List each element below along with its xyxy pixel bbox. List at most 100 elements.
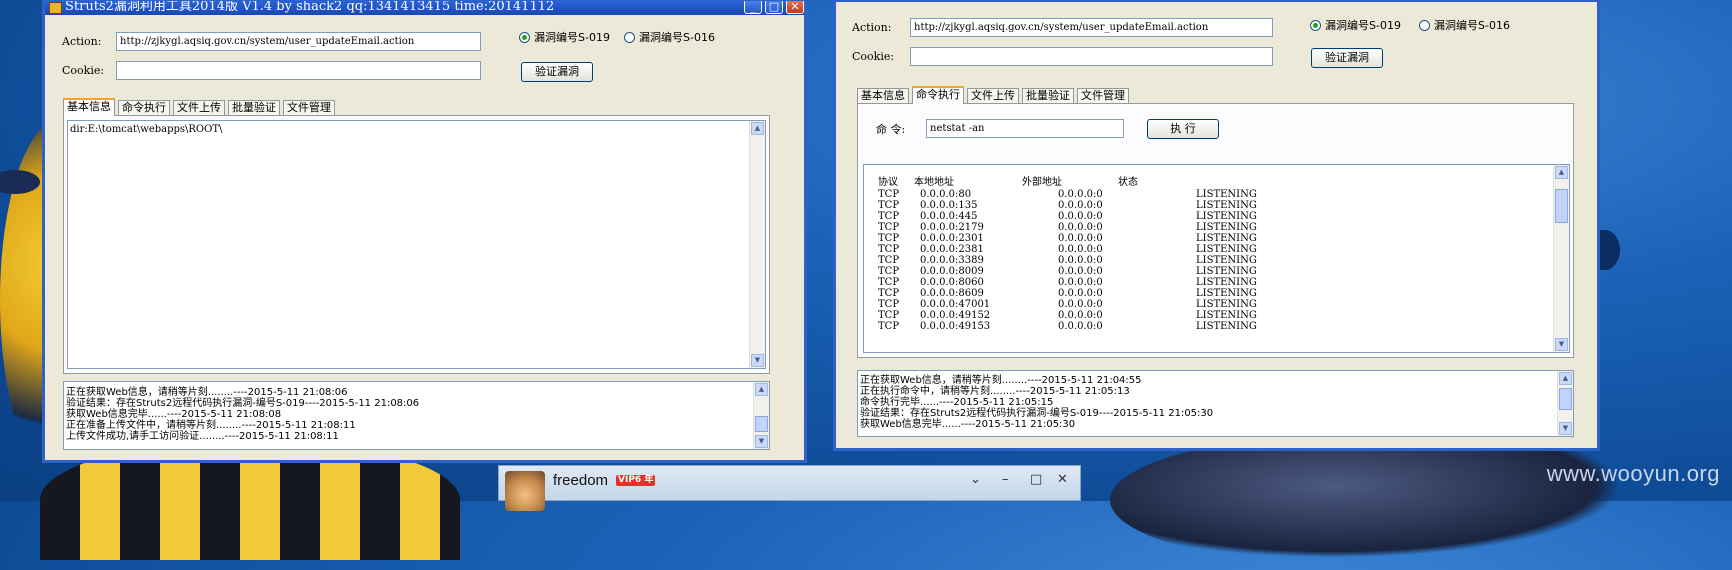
window-title: Struts2漏洞利用工具2014版 V1.4 by shack2 qq:134…: [65, 1, 555, 14]
log-line: 命令执行完毕......----2015-5-11 21:05:15: [860, 397, 1054, 408]
action-input[interactable]: http://zjkygl.aqsiq.gov.cn/system/user_u…: [116, 32, 481, 51]
tab-upload[interactable]: 文件上传: [967, 88, 1019, 103]
netstat-protocol: TCP: [878, 189, 900, 200]
netstat-protocol: TCP: [878, 255, 900, 266]
log-line: 正在准备上传文件中，请稍等片刻........----2015-5-11 21:…: [66, 420, 356, 431]
netstat-row: TCP 0.0.0.0:2179 0.0.0.0:0 LISTENING: [878, 222, 1548, 233]
left-title-bar[interactable]: Struts2漏洞利用工具2014版 V1.4 by shack2 qq:134…: [45, 1, 804, 15]
command-input[interactable]: netstat -an: [926, 119, 1124, 138]
netstat-row: TCP 0.0.0.0:8609 0.0.0.0:0 LISTENING: [878, 288, 1548, 299]
netstat-local-address: 0.0.0.0:80: [920, 189, 972, 200]
cookie-input[interactable]: [116, 61, 481, 80]
netstat-row: TCP 0.0.0.0:3389 0.0.0.0:0 LISTENING: [878, 255, 1548, 266]
command-output[interactable]: 协议 本地地址 外部地址 状态 TCP 0.0.0.0:80 0.0.0.0:0 LI…: [863, 164, 1570, 353]
tab-file-manager[interactable]: 文件管理: [1077, 88, 1129, 103]
maximize-icon[interactable]: □: [1030, 472, 1042, 487]
vip-badge: VIP6 年: [616, 475, 656, 486]
verify-button[interactable]: 验证漏洞: [1311, 48, 1383, 68]
radio-s019[interactable]: 漏洞编号S-019: [1310, 17, 1401, 33]
scroll-down-icon[interactable]: ▼: [751, 354, 764, 367]
right-log-box[interactable]: 正在获取Web信息，请稍等片刻........----2015-5-11 21:…: [857, 370, 1574, 437]
tab-file-manager[interactable]: 文件管理: [283, 100, 335, 115]
header-local-address: 本地地址: [914, 177, 954, 188]
radio-s016[interactable]: 漏洞编号S-016: [624, 29, 715, 45]
scroll-thumb[interactable]: [1555, 189, 1568, 223]
netstat-foreign-address: 0.0.0.0:0: [1058, 222, 1103, 233]
minimize-icon[interactable]: –: [1002, 472, 1009, 487]
cookie-label: Cookie:: [62, 64, 105, 77]
tab-upload[interactable]: 文件上传: [173, 100, 225, 115]
netstat-state: LISTENING: [1196, 211, 1257, 222]
avatar[interactable]: [505, 471, 545, 511]
tab-basic-info[interactable]: 基本信息: [857, 88, 909, 103]
netstat-rows: TCP 0.0.0.0:80 0.0.0.0:0 LISTENING TCP 0.0.0.…: [878, 189, 1548, 332]
netstat-protocol: TCP: [878, 277, 900, 288]
vip-badge-label: VIP6: [618, 475, 642, 485]
radio-s019[interactable]: 漏洞编号S-019: [519, 29, 610, 45]
netstat-protocol: TCP: [878, 266, 900, 277]
scroll-thumb[interactable]: [1559, 388, 1572, 410]
scroll-up-icon[interactable]: ▲: [1555, 166, 1568, 179]
scroll-down-icon[interactable]: ▼: [755, 435, 768, 448]
close-icon[interactable]: ✕: [1057, 472, 1068, 487]
netstat-state: LISTENING: [1196, 233, 1257, 244]
radio-unchecked-icon: [624, 32, 635, 43]
netstat-foreign-address: 0.0.0.0:0: [1058, 266, 1103, 277]
netstat-row: TCP 0.0.0.0:2301 0.0.0.0:0 LISTENING: [878, 233, 1548, 244]
netstat-state: LISTENING: [1196, 189, 1257, 200]
info-textarea[interactable]: dir:E:\tomcat\webapps\ROOT\ ▲ ▼: [67, 120, 766, 369]
cookie-input[interactable]: [910, 47, 1273, 66]
close-icon[interactable]: ✕: [786, 1, 804, 14]
scroll-up-icon[interactable]: ▲: [755, 383, 768, 396]
chat-notification[interactable]: freedom VIP6 年 ⌄ – □ ✕: [498, 465, 1081, 511]
log-line: 获取Web信息完毕......----2015-5-11 21:08:08: [66, 409, 282, 420]
netstat-foreign-address: 0.0.0.0:0: [1058, 321, 1103, 332]
output-scrollbar[interactable]: ▲ ▼: [1553, 165, 1569, 352]
verify-button[interactable]: 验证漏洞: [521, 62, 593, 82]
netstat-state: LISTENING: [1196, 222, 1257, 233]
execute-button[interactable]: 执 行: [1147, 119, 1219, 139]
log-scrollbar[interactable]: ▲ ▼: [753, 382, 769, 449]
scroll-up-icon[interactable]: ▲: [1559, 372, 1572, 385]
netstat-state: LISTENING: [1196, 200, 1257, 211]
info-scrollbar[interactable]: ▲ ▼: [749, 121, 765, 368]
netstat-protocol: TCP: [878, 200, 900, 211]
tab-batch[interactable]: 批量验证: [1022, 88, 1074, 103]
scroll-down-icon[interactable]: ▼: [1559, 422, 1572, 435]
maximize-icon[interactable]: □: [765, 1, 783, 14]
action-input[interactable]: http://zjkygl.aqsiq.gov.cn/system/user_u…: [910, 18, 1273, 37]
left-tool-window: Struts2漏洞利用工具2014版 V1.4 by shack2 qq:134…: [42, 0, 807, 463]
radio-s016[interactable]: 漏洞编号S-016: [1419, 17, 1510, 33]
scroll-thumb[interactable]: [755, 416, 768, 432]
radio-checked-icon: [519, 32, 530, 43]
radio-s016-label: 漏洞编号S-016: [1434, 19, 1510, 32]
netstat-foreign-address: 0.0.0.0:0: [1058, 277, 1103, 288]
header-state: 状态: [1118, 177, 1138, 188]
radio-checked-icon: [1310, 20, 1321, 31]
header-foreign-address: 外部地址: [1022, 177, 1062, 188]
left-log-box[interactable]: 正在获取Web信息，请稍等片刻........----2015-5-11 21:…: [63, 381, 770, 450]
tab-command[interactable]: 命令执行: [912, 86, 964, 104]
log-line: 正在获取Web信息，请稍等片刻........----2015-5-11 21:…: [66, 387, 348, 398]
netstat-row: TCP 0.0.0.0:8060 0.0.0.0:0 LISTENING: [878, 277, 1548, 288]
netstat-header: 协议 本地地址 外部地址 状态: [878, 177, 1548, 189]
chevron-down-icon[interactable]: ⌄: [970, 472, 981, 487]
netstat-foreign-address: 0.0.0.0:0: [1058, 189, 1103, 200]
tab-batch[interactable]: 批量验证: [228, 100, 280, 115]
right-tab-strip: 基本信息 命令执行 文件上传 批量验证 文件管理: [857, 86, 1557, 104]
scroll-up-icon[interactable]: ▲: [751, 122, 764, 135]
minimize-icon[interactable]: _: [744, 1, 762, 14]
netstat-protocol: TCP: [878, 321, 900, 332]
tab-command[interactable]: 命令执行: [118, 100, 170, 115]
netstat-foreign-address: 0.0.0.0:0: [1058, 200, 1103, 211]
netstat-state: LISTENING: [1196, 277, 1257, 288]
netstat-foreign-address: 0.0.0.0:0: [1058, 211, 1103, 222]
log-line: 上传文件成功,请手工访问验证........----2015-5-11 21:0…: [66, 431, 339, 442]
tab-basic-info[interactable]: 基本信息: [63, 98, 115, 116]
netstat-row: TCP 0.0.0.0:8009 0.0.0.0:0 LISTENING: [878, 266, 1548, 277]
log-line: 正在获取Web信息，请稍等片刻........----2015-5-11 21:…: [860, 375, 1142, 386]
log-scrollbar[interactable]: ▲ ▼: [1557, 371, 1573, 436]
header-protocol: 协议: [878, 177, 898, 188]
netstat-foreign-address: 0.0.0.0:0: [1058, 244, 1103, 255]
scroll-down-icon[interactable]: ▼: [1555, 338, 1568, 351]
